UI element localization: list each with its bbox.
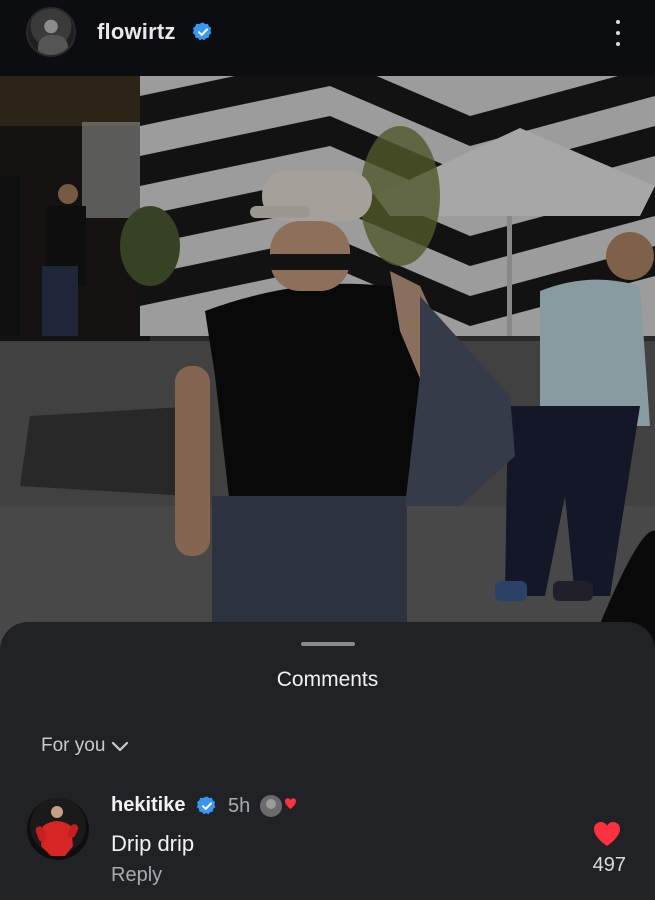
post-photo[interactable] [0,76,655,676]
commenter-avatar[interactable] [27,798,89,860]
photo-illustration [0,76,655,676]
more-options-icon[interactable] [606,16,630,50]
heart-icon[interactable] [592,820,622,848]
post-header: flowirtz [0,0,655,76]
sheet-drag-handle[interactable] [301,642,355,646]
filter-label: For you [41,735,106,756]
commenter-username[interactable]: hekitike [111,794,185,817]
like-count: 497 [592,854,626,876]
verified-badge-icon [196,796,216,815]
comments-sheet: Comments For you hekitike 5h Drip drip R… [0,622,655,900]
reply-button[interactable]: Reply [111,864,162,887]
comments-title: Comments [276,668,379,691]
author-username[interactable]: flowirtz [97,19,176,45]
comment-text: Drip drip [111,831,195,856]
comment-timestamp: 5h [228,795,251,817]
verified-badge-icon [192,22,212,41]
liked-by-author-icon [260,795,296,817]
author-avatar[interactable] [26,7,76,57]
chevron-down-icon [112,741,129,752]
comments-filter-dropdown[interactable]: For you [41,735,129,757]
